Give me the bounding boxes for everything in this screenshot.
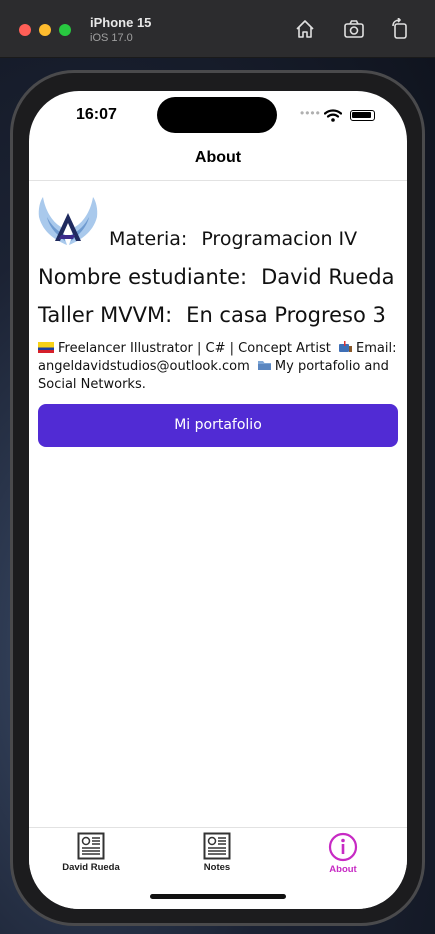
- taller-row: Taller MVVM: En casa Progreso 3: [38, 303, 386, 327]
- rotate-icon[interactable]: [389, 18, 411, 40]
- home-indicator[interactable]: [150, 894, 286, 899]
- screenshot-icon[interactable]: [343, 18, 365, 40]
- close-window-button[interactable]: [19, 24, 31, 36]
- description-text: Freelancer Illustrator | C# | Concept Ar…: [38, 340, 398, 394]
- nombre-row: Nombre estudiante: David Rueda: [38, 265, 394, 289]
- tab-label: Notes: [203, 862, 231, 873]
- newspaper-icon: [203, 832, 231, 860]
- home-icon[interactable]: [294, 18, 316, 40]
- tab-david-rueda[interactable]: David Rueda: [41, 832, 141, 873]
- materia-value: Programacion IV: [201, 228, 358, 250]
- device-name: iPhone 15: [90, 15, 152, 30]
- taller-label: Taller MVVM:: [38, 303, 173, 327]
- dynamic-island: [157, 97, 277, 133]
- minimize-window-button[interactable]: [39, 24, 51, 36]
- app-screen: 16:07 •••• About Materia: Programacion IV…: [29, 91, 407, 909]
- ecuador-flag-icon: [38, 342, 54, 353]
- tab-label: David Rueda: [62, 862, 120, 873]
- wifi-icon: [324, 109, 342, 122]
- page-title: About: [194, 149, 242, 166]
- os-version: iOS 17.0: [90, 32, 133, 44]
- portfolio-button[interactable]: Mi portafolio: [38, 404, 398, 447]
- nombre-label: Nombre estudiante:: [38, 265, 248, 289]
- cellular-signal-icon: ••••: [300, 106, 321, 120]
- tab-label: About: [329, 864, 357, 875]
- status-time: 16:07: [76, 106, 117, 123]
- zoom-window-button[interactable]: [59, 24, 71, 36]
- description-part1: Freelancer Illustrator | C# | Concept Ar…: [58, 341, 331, 356]
- materia-row: Materia: Programacion IV: [109, 228, 357, 250]
- simulator-titlebar: iPhone 15 iOS 17.0: [0, 0, 435, 58]
- materia-label: Materia:: [109, 228, 188, 250]
- newspaper-icon: [77, 832, 105, 860]
- app-logo: [38, 197, 98, 245]
- taller-value: En casa Progreso 3: [186, 303, 386, 327]
- battery-icon: [350, 110, 375, 121]
- mailbox-icon: [339, 341, 353, 352]
- nombre-value: David Rueda: [261, 265, 395, 289]
- folder-icon: [257, 361, 271, 370]
- info-icon: [328, 832, 358, 862]
- nav-divider: [29, 180, 407, 181]
- tab-notes[interactable]: Notes: [167, 832, 267, 873]
- tab-about[interactable]: About: [293, 832, 393, 875]
